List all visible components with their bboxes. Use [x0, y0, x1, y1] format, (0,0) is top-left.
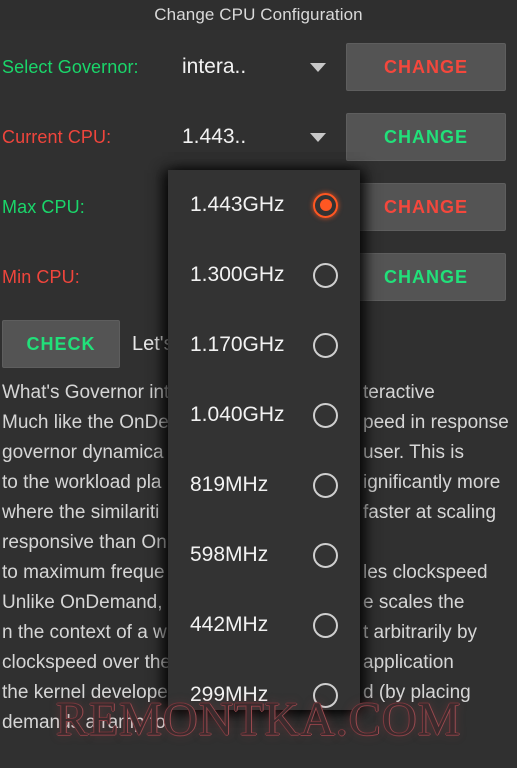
dropdown-item-label: 1.443GHz: [190, 193, 285, 216]
dropdown-item[interactable]: 1.300GHz: [168, 240, 360, 310]
change-button-select-governor[interactable]: CHANGE: [346, 43, 506, 91]
label-min-cpu: Min CPU:: [2, 266, 80, 287]
dropdown-item-label: 1.040GHz: [190, 403, 285, 426]
check-button[interactable]: CHECK: [2, 320, 120, 368]
radio-button-icon[interactable]: [313, 192, 338, 218]
change-button-min-cpu[interactable]: CHANGE: [346, 253, 506, 301]
info-line-right: teractive: [363, 382, 435, 403]
change-button-current-cpu[interactable]: CHANGE: [346, 113, 506, 161]
dropdown-item-label: 299MHz: [190, 683, 269, 706]
dropdown-item[interactable]: 299MHz: [168, 660, 360, 710]
dropdown-item[interactable]: 442MHz: [168, 590, 360, 660]
label-max-cpu: Max CPU:: [2, 196, 85, 217]
config-row-current-cpu: Current CPU: 1.443.. CHANGE: [0, 102, 517, 172]
dropdown-item-label: 819MHz: [190, 473, 269, 496]
radio-button-icon[interactable]: [313, 262, 338, 288]
change-button-max-cpu[interactable]: CHANGE: [346, 183, 506, 231]
info-line-right: faster at scaling: [363, 502, 497, 523]
radio-button-icon[interactable]: [313, 542, 338, 568]
spinner-value-current-cpu: 1.443..: [182, 125, 247, 148]
spinner-value-select-governor: intera..: [182, 55, 247, 78]
dropdown-item-label: 1.300GHz: [190, 263, 285, 286]
dropdown-item-label: 598MHz: [190, 543, 269, 566]
radio-button-icon[interactable]: [313, 402, 338, 428]
radio-button-icon[interactable]: [313, 682, 338, 708]
info-line: demands a ramp to: [2, 712, 166, 733]
spinner-current-cpu[interactable]: 1.443..: [172, 125, 344, 149]
info-line-right: user. This is: [363, 442, 465, 463]
cpu-frequency-dropdown[interactable]: 1.443GHz 1.300GHz 1.170GHz 1.040GHz 819M…: [168, 170, 360, 710]
title-bar: Change CPU Configuration: [0, 0, 517, 30]
dropdown-item-label: 442MHz: [190, 613, 269, 636]
label-current-cpu: Current CPU:: [2, 126, 112, 147]
info-line-right: e scales the: [363, 592, 465, 613]
dropdown-item-label: 1.170GHz: [190, 333, 285, 356]
dropdown-item[interactable]: 1.170GHz: [168, 310, 360, 380]
dropdown-item[interactable]: 1.443GHz: [168, 170, 360, 240]
label-select-governor: Select Governor:: [2, 56, 139, 77]
info-line-right: [363, 528, 517, 558]
dropdown-item[interactable]: 598MHz: [168, 520, 360, 590]
radio-button-icon[interactable]: [313, 332, 338, 358]
radio-button-icon[interactable]: [313, 612, 338, 638]
info-line-right: t arbitrarily by: [363, 622, 478, 643]
info-line-right: ignificantly more: [363, 472, 501, 493]
info-line-right: les clockspeed: [363, 562, 488, 583]
spinner-select-governor[interactable]: intera..: [172, 55, 344, 79]
info-line-right: application: [363, 652, 454, 673]
chevron-down-icon: [310, 132, 326, 142]
page-title: Change CPU Configuration: [154, 5, 363, 24]
config-row-select-governor: Select Governor: intera.. CHANGE: [0, 32, 517, 102]
dropdown-item[interactable]: 819MHz: [168, 450, 360, 520]
dropdown-item[interactable]: 1.040GHz: [168, 380, 360, 450]
info-line-right: peed in response: [363, 412, 509, 433]
radio-button-icon[interactable]: [313, 472, 338, 498]
info-line-right: d (by placing: [363, 682, 471, 703]
chevron-down-icon: [310, 62, 326, 72]
app-screen: Change CPU Configuration What's Governor…: [0, 0, 517, 768]
governor-info-text-right: teractive peed in response user. This is…: [363, 378, 517, 708]
